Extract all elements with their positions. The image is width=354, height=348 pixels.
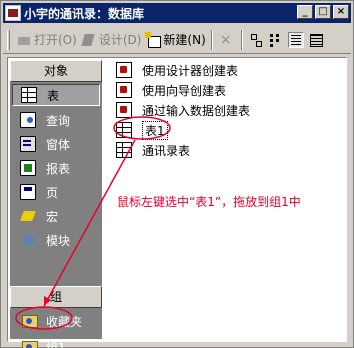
maximize-button[interactable]: □ [315, 5, 331, 19]
minimize-button[interactable]: _ [297, 5, 313, 19]
sidebar-item-queries[interactable]: 查询 [10, 108, 102, 132]
details-view-icon[interactable] [308, 32, 324, 48]
sidebar-item-forms[interactable]: 窗体 [10, 132, 102, 156]
toolbar-separator [210, 29, 213, 50]
open-label: 打开(O) [34, 33, 77, 47]
group-folder-icon [22, 340, 38, 348]
list-view-icon[interactable] [287, 31, 304, 48]
design-label: 设计(D) [98, 33, 142, 47]
list-item-label: 通过输入数据创建表 [142, 103, 251, 118]
objects-header-button[interactable]: 对象 [10, 60, 102, 82]
list-item-label: 表1 [142, 120, 168, 140]
group-item-label: 收藏夹 [46, 314, 83, 329]
window-title: 小宇的通讯录：数据库 [24, 6, 145, 21]
new-button[interactable]: 新建(N) [143, 29, 207, 51]
sidebar-item-macros[interactable]: 宏 [10, 204, 102, 228]
title-bar: 小宇的通讯录：数据库 _ □ × [3, 3, 351, 23]
close-button[interactable]: × [333, 5, 349, 19]
design-icon [81, 32, 97, 48]
list-item[interactable]: 使用设计器创建表 [108, 60, 344, 80]
favorites-folder-icon [22, 314, 38, 328]
sidebar-item-pages[interactable]: 页 [10, 180, 102, 204]
table-icon [116, 122, 132, 138]
group-item-group1[interactable]: 组1 [10, 334, 102, 348]
module-icon [20, 232, 36, 248]
new-icon [145, 31, 162, 48]
database-icon [5, 5, 21, 21]
sidebar-item-label: 表 [47, 88, 60, 103]
annotation-text: 鼠标左键选中“表1”，拖放到组1中 [117, 195, 301, 209]
design-button[interactable]: 设计(D) [79, 29, 144, 51]
objects-file-list: 使用设计器创建表 使用向导创建表 通过输入数据创建表 表1 通讯录表 [108, 60, 344, 160]
new-label: 新建(N) [163, 33, 206, 47]
report-icon [20, 160, 36, 176]
small-icons-view-icon[interactable] [268, 32, 284, 48]
page-icon [20, 184, 36, 200]
groups-header-button[interactable]: 组 [10, 286, 102, 308]
database-window: 小宇的通讯录：数据库 _ □ × 打开(O) 设计(D) 新建(N) × 对象 … [0, 0, 354, 348]
window-controls: _ □ × [297, 5, 349, 19]
sidebar-item-label: 报表 [46, 161, 71, 176]
sidebar-item-label: 查询 [46, 113, 71, 128]
toolbar: 打开(O) 设计(D) 新建(N) × [3, 26, 351, 54]
group-item-label: 组1 [46, 340, 66, 348]
form-icon [20, 136, 36, 152]
list-item[interactable]: 使用向导创建表 [108, 80, 344, 100]
table-icon [21, 87, 37, 103]
sidebar-item-label: 页 [46, 185, 59, 200]
list-item[interactable]: 通过输入数据创建表 [108, 100, 344, 120]
macro-icon [20, 208, 36, 224]
open-button[interactable]: 打开(O) [14, 29, 79, 51]
large-icons-view-icon[interactable] [248, 32, 264, 48]
wizard-icon [116, 82, 132, 98]
sidebar-item-label: 模块 [46, 233, 71, 248]
wizard-icon [116, 102, 132, 118]
list-item-label: 使用设计器创建表 [142, 63, 239, 78]
list-item-table1[interactable]: 表1 [108, 120, 344, 140]
toolbar-grip[interactable] [7, 29, 10, 50]
objects-list: 表 查询 窗体 报表 页 宏 模块 [10, 84, 102, 286]
wizard-icon [116, 62, 132, 78]
query-icon [20, 112, 36, 128]
delete-icon: × [219, 31, 232, 48]
group-item-favorites[interactable]: 收藏夹 [10, 308, 102, 334]
sidebar-item-reports[interactable]: 报表 [10, 156, 102, 180]
toolbar-separator [240, 29, 243, 50]
list-item-label: 使用向导创建表 [142, 83, 227, 98]
list-item-label: 通讯录表 [142, 143, 191, 158]
delete-button[interactable]: × [216, 29, 238, 51]
open-icon [16, 32, 32, 48]
sidebar-item-label: 窗体 [46, 137, 71, 152]
objects-bar: 对象 表 查询 窗体 报表 页 宏 模块 组 收藏夹 组1 [10, 60, 102, 348]
sidebar-item-modules[interactable]: 模块 [10, 228, 102, 252]
sidebar-item-tables[interactable]: 表 [12, 84, 100, 106]
groups-list: 收藏夹 组1 [10, 308, 102, 348]
sidebar-item-label: 宏 [46, 209, 59, 224]
list-item[interactable]: 通讯录表 [108, 140, 344, 160]
table-icon [116, 142, 132, 158]
